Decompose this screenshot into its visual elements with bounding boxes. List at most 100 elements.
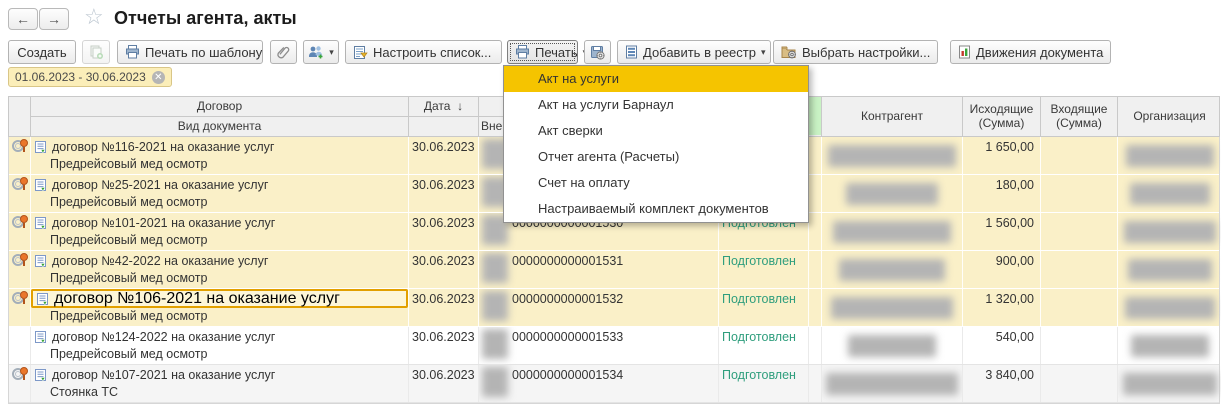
cell-date[interactable]: 30.06.2023 [409,327,479,364]
cell-outgoing-sum[interactable]: 900,00 [963,251,1041,288]
header-date[interactable]: Дата ↓ [409,97,479,136]
cell-number[interactable]: 0000000000001534 [479,365,719,402]
cell-date[interactable]: 30.06.2023 [409,251,479,288]
table-row[interactable]: договор №106-2021 на оказание услугПредр… [9,289,1219,327]
close-icon[interactable]: ✕ [152,71,165,84]
document-movements-button[interactable]: Движения документа [950,40,1111,64]
cell-counterparty[interactable] [822,213,963,250]
period-filter-chip[interactable]: 01.06.2023 - 30.06.2023 ✕ [8,67,172,87]
cell-counterparty[interactable] [822,289,963,326]
table-row[interactable]: договор №42-2022 на оказание услугПредре… [9,251,1219,289]
nav-back-button[interactable]: ← [8,8,38,30]
header-outgoing-sum[interactable]: Исходящие(Сумма) [963,97,1041,136]
cell-organization[interactable] [1118,289,1221,326]
cell-contract[interactable]: договор №101-2021 на оказание услугПредр… [31,213,409,250]
cell-counterparty[interactable] [822,251,963,288]
cell-date[interactable]: 30.06.2023 [409,289,479,326]
nav-forward-button[interactable]: → [39,8,69,30]
cell-counterparty[interactable] [822,137,963,174]
table-row[interactable]: договор №124-2022 на оказание услугПредр… [9,327,1219,365]
select-settings-label: Выбрать настройки... [802,45,930,60]
cell-contract[interactable]: договор №42-2022 на оказание услугПредре… [31,251,409,288]
cell-incoming-sum[interactable] [1041,365,1118,402]
cell-outgoing-sum[interactable]: 3 840,00 [963,365,1041,402]
cell-contract[interactable]: договор №107-2021 на оказание услугСтоян… [31,365,409,402]
print-menu-item[interactable]: Акт на услуги Барнаул [504,92,808,118]
cell-outgoing-sum[interactable]: 540,00 [963,327,1041,364]
cell-outgoing-sum[interactable]: 1 560,00 [963,213,1041,250]
print-menu-item[interactable]: Акт на услуги [504,66,808,92]
outgoing-sum-text: 180,00 [963,175,1040,194]
cell-organization[interactable] [1118,251,1221,288]
favorite-star-icon[interactable]: ☆ [84,4,104,30]
cell-organization[interactable] [1118,213,1221,250]
redacted-organization [1125,297,1215,319]
incoming-sum-text [1041,213,1117,232]
folder-gear-icon [781,45,797,59]
status-text: Подготовлен [719,327,808,346]
cell-incoming-sum[interactable] [1041,251,1118,288]
document-icon [34,254,48,268]
cell-contract[interactable]: договор №116-2021 на оказание услугПредр… [31,137,409,174]
table-row[interactable]: договор №107-2021 на оказание услугСтоян… [9,365,1219,403]
print-menu-label: Печать [535,45,578,60]
edo-exchange-icon [12,139,28,155]
cell-counterparty[interactable] [822,175,963,212]
add-to-registry-label: Добавить в реестр [643,45,756,60]
cell-counterparty[interactable] [822,327,963,364]
save-settings-button[interactable] [584,40,611,64]
print-menu-item[interactable]: Настраиваемый комплект документов [504,196,808,222]
cell-organization[interactable] [1118,137,1221,174]
cell-outgoing-sum[interactable]: 180,00 [963,175,1041,212]
cell-date[interactable]: 30.06.2023 [409,137,479,174]
cell-outgoing-sum[interactable]: 1 650,00 [963,137,1041,174]
select-settings-button[interactable]: Выбрать настройки... [773,40,938,64]
cell-number[interactable]: 0000000000001532 [479,289,719,326]
cell-status[interactable]: Подготовлен [719,251,809,288]
header-counterparty[interactable]: Контрагент [822,97,963,136]
cell-incoming-sum[interactable] [1041,289,1118,326]
header-incoming-sum[interactable]: Входящие(Сумма) [1041,97,1118,136]
print-menu-button[interactable]: Печать ▾ [507,40,578,64]
cell-status[interactable]: Подготовлен [719,365,809,402]
date-text: 30.06.2023 [409,251,478,270]
document-icon [36,292,50,306]
print-menu-item[interactable]: Счет на оплату [504,170,808,196]
header-organization[interactable]: Организация [1118,97,1221,136]
header-payment-flag[interactable] [809,97,822,136]
cell-date[interactable]: 30.06.2023 [409,175,479,212]
cell-contract[interactable]: договор №124-2022 на оказание услугПредр… [31,327,409,364]
header-contract[interactable]: Договор Вид документа [31,97,409,136]
configure-list-button[interactable]: Настроить список... [345,40,502,64]
cell-number[interactable]: 0000000000001531 [479,251,719,288]
cell-incoming-sum[interactable] [1041,327,1118,364]
header-icon-column[interactable] [9,97,31,136]
cell-edo-state [9,213,31,250]
cell-incoming-sum[interactable] [1041,175,1118,212]
cell-status[interactable]: Подготовлен [719,289,809,326]
cell-organization[interactable] [1118,175,1221,212]
print-menu-item[interactable]: Акт сверки [504,118,808,144]
cell-organization[interactable] [1118,327,1221,364]
redacted-organization [1124,221,1216,243]
number-text: 0000000000001534 [512,368,623,382]
cell-date[interactable]: 30.06.2023 [409,213,479,250]
add-to-registry-button[interactable]: Добавить в реестр ▾ [617,40,771,64]
cell-outgoing-sum[interactable]: 1 320,00 [963,289,1041,326]
print-menu-item[interactable]: Отчет агента (Расчеты) [504,144,808,170]
print-by-template-button[interactable]: Печать по шаблону [117,40,263,64]
create-button[interactable]: Создать [8,40,76,64]
cell-organization[interactable] [1118,365,1221,402]
cell-contract-selected[interactable]: договор №106-2021 на оказание услугПредр… [31,289,409,326]
cell-incoming-sum[interactable] [1041,137,1118,174]
assign-users-button[interactable]: ▾ [303,40,339,64]
cell-number[interactable]: 0000000000001533 [479,327,719,364]
cell-status[interactable]: Подготовлен [719,327,809,364]
cell-contract[interactable]: договор №25-2021 на оказание услугПредре… [31,175,409,212]
copy-document-button[interactable] [82,40,110,64]
cell-date[interactable]: 30.06.2023 [409,365,479,402]
attach-file-button[interactable] [270,40,297,64]
cell-incoming-sum[interactable] [1041,213,1118,250]
cell-edo-state [9,137,31,174]
cell-counterparty[interactable] [822,365,963,402]
